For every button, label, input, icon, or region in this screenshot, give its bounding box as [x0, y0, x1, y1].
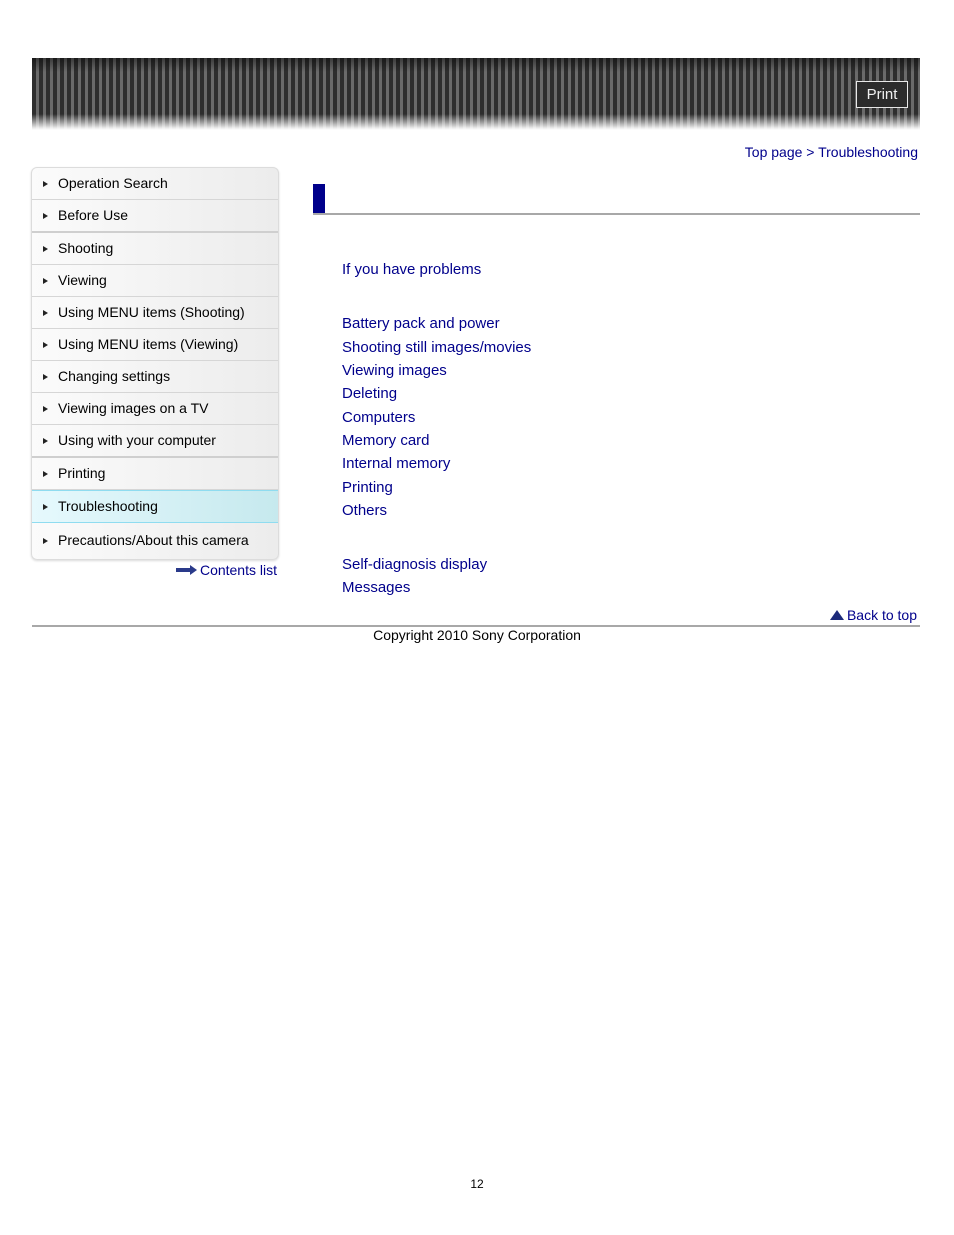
- arrow-right-icon: [175, 565, 198, 575]
- page-title-marker: [313, 184, 325, 214]
- sidebar-item-label: Operation Search: [58, 175, 168, 191]
- arrow-right-icon: [43, 470, 48, 477]
- sidebar-item-precautions[interactable]: Precautions/About this camera: [32, 523, 278, 559]
- breadcrumb-current[interactable]: Troubleshooting: [818, 144, 918, 160]
- back-to-top-link[interactable]: Back to top: [829, 607, 917, 623]
- link-computers[interactable]: Computers: [342, 409, 415, 426]
- sidebar-item-label: Shooting: [58, 240, 114, 256]
- sidebar-item-menu-viewing[interactable]: Using MENU items (Viewing): [32, 329, 278, 361]
- print-button[interactable]: Print: [856, 81, 908, 108]
- sidebar-item-changing-settings[interactable]: Changing settings: [32, 361, 278, 393]
- sidebar-item-troubleshooting[interactable]: Troubleshooting: [32, 490, 278, 523]
- sidebar-item-label: Using with your computer: [58, 432, 216, 448]
- breadcrumb-top-page[interactable]: Top page: [745, 144, 803, 160]
- sidebar-item-label: Precautions/About this camera: [58, 532, 249, 548]
- arrow-right-icon: [43, 277, 48, 284]
- sidebar-item-label: Viewing: [58, 272, 107, 288]
- sidebar-item-operation-search[interactable]: Operation Search: [32, 168, 278, 200]
- sidebar-item-before-use[interactable]: Before Use: [32, 200, 278, 233]
- arrow-right-icon: [43, 245, 48, 252]
- arrow-right-icon: [43, 405, 48, 412]
- title-divider: [313, 213, 920, 215]
- sidebar-item-label: Troubleshooting: [58, 498, 158, 514]
- link-others[interactable]: Others: [342, 502, 387, 519]
- breadcrumb: Top page > Troubleshooting: [745, 144, 918, 160]
- header-banner: [32, 58, 920, 130]
- arrow-right-icon: [43, 341, 48, 348]
- sidebar-item-label: Using MENU items (Shooting): [58, 304, 245, 320]
- link-deleting[interactable]: Deleting: [342, 385, 397, 402]
- arrow-up-icon: [829, 610, 844, 620]
- arrow-right-icon: [43, 180, 48, 187]
- sidebar-item-label: Changing settings: [58, 368, 171, 384]
- sidebar-nav: Operation Search Before Use Shooting Vie…: [31, 167, 279, 560]
- sidebar-item-using-computer[interactable]: Using with your computer: [32, 425, 278, 458]
- sidebar-item-label: Printing: [58, 465, 106, 481]
- copyright-text: Copyright 2010 Sony Corporation: [373, 627, 581, 643]
- arrow-right-icon: [43, 212, 48, 219]
- sidebar-item-printing[interactable]: Printing: [32, 458, 278, 490]
- link-messages[interactable]: Messages: [342, 579, 410, 596]
- link-printing[interactable]: Printing: [342, 479, 393, 496]
- arrow-right-icon: [43, 373, 48, 380]
- sidebar-item-label: Viewing images on a TV: [58, 400, 209, 416]
- contents-list-label: Contents list: [199, 562, 277, 578]
- arrow-right-icon: [43, 538, 48, 544]
- link-self-diagnosis[interactable]: Self-diagnosis display: [342, 556, 487, 573]
- sidebar-item-viewing-on-tv[interactable]: Viewing images on a TV: [32, 393, 278, 425]
- link-if-you-have-problems[interactable]: If you have problems: [342, 261, 481, 278]
- arrow-right-icon: [43, 503, 48, 510]
- sidebar-item-label: Before Use: [58, 207, 129, 223]
- arrow-right-icon: [43, 309, 48, 316]
- sidebar-item-viewing[interactable]: Viewing: [32, 265, 278, 297]
- sidebar-item-menu-shooting[interactable]: Using MENU items (Shooting): [32, 297, 278, 329]
- sidebar-item-shooting[interactable]: Shooting: [32, 233, 278, 265]
- link-viewing-images[interactable]: Viewing images: [342, 362, 447, 379]
- link-memory-card[interactable]: Memory card: [342, 432, 430, 449]
- contents-list-link[interactable]: Contents list: [175, 562, 277, 578]
- link-internal-memory[interactable]: Internal memory: [342, 455, 450, 472]
- arrow-right-icon: [43, 437, 48, 444]
- page-number: 12: [470, 1177, 484, 1191]
- back-to-top-label: Back to top: [846, 607, 917, 623]
- link-battery-pack[interactable]: Battery pack and power: [342, 315, 500, 332]
- link-shooting-still-images[interactable]: Shooting still images/movies: [342, 339, 531, 356]
- breadcrumb-separator: >: [802, 144, 819, 160]
- sidebar-item-label: Using MENU items (Viewing): [58, 336, 239, 352]
